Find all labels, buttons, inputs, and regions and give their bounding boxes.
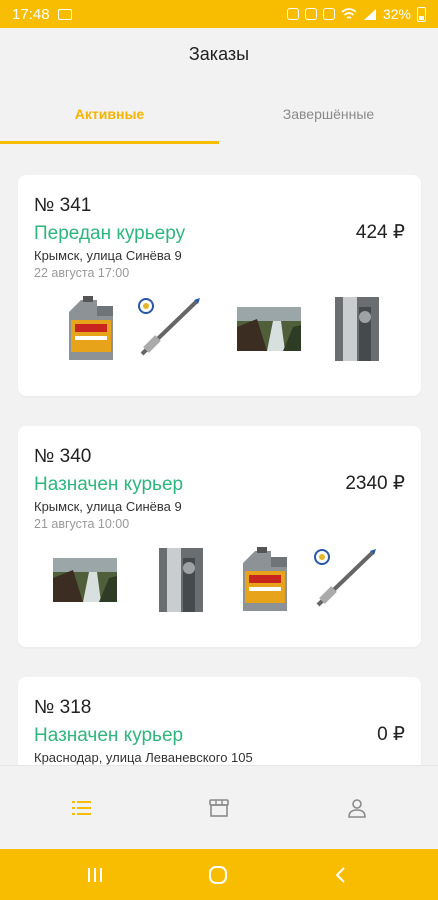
order-address: Краснодар, улица Леваневского 105: [34, 750, 253, 765]
mute-icon: [304, 8, 317, 20]
page-title: Заказы: [188, 44, 250, 64]
system-navigation-bar: [0, 849, 438, 900]
wifi-icon: [341, 7, 357, 19]
alarm-icon: [286, 8, 299, 20]
waterfall-photo-thumbnail: [50, 545, 120, 615]
tab-active-indicator: [0, 141, 219, 144]
order-status: Передан курьеру: [34, 223, 186, 244]
portrait-photo-thumbnail: [146, 545, 216, 615]
home-icon[interactable]: [206, 863, 230, 887]
bottom-navigation: [0, 765, 438, 849]
order-card[interactable]: № 318 Назначен курьер 0 ₽ Краснодар, ули…: [18, 677, 421, 765]
status-time: 17:48: [12, 5, 50, 23]
order-number: № 341: [34, 195, 92, 216]
order-items: [34, 545, 405, 625]
order-list[interactable]: № 341 Передан курьеру 424 ₽ Крымск, улиц…: [0, 160, 438, 765]
tab-active-label: Активные: [74, 106, 145, 122]
status-bar: 17:48 32%: [0, 0, 438, 28]
tab-active[interactable]: Активные: [0, 96, 219, 146]
motor-oil-can-thumbnail: [56, 294, 126, 364]
signal-icon: [363, 8, 376, 20]
order-tabs: Активные Завершённые: [0, 96, 438, 146]
order-number: № 318: [34, 697, 92, 718]
nfc-icon: [322, 8, 335, 20]
order-price: 0 ₽: [377, 724, 405, 745]
portrait-photo-thumbnail: [322, 294, 392, 364]
order-date: 21 августа 10:00: [34, 517, 130, 531]
order-status: Назначен курьер: [34, 725, 184, 746]
order-items: [34, 294, 405, 374]
profile-icon[interactable]: [345, 796, 369, 820]
pen-thumbnail: [136, 294, 206, 364]
recents-icon[interactable]: [83, 863, 107, 887]
order-date: 22 августа 17:00: [34, 266, 130, 280]
order-card[interactable]: № 340 Назначен курьер 2340 ₽ Крымск, ули…: [18, 426, 421, 647]
status-icons: 32%: [286, 6, 426, 22]
tab-completed-label: Завершённые: [282, 106, 375, 122]
order-address: Крымск, улица Синёва 9: [34, 499, 182, 514]
back-icon[interactable]: [329, 863, 353, 887]
battery-text: 32%: [382, 6, 411, 22]
motor-oil-can-thumbnail: [230, 545, 300, 615]
list-icon[interactable]: [70, 796, 94, 820]
image-icon: [57, 8, 72, 20]
order-card[interactable]: № 341 Передан курьеру 424 ₽ Крымск, улиц…: [18, 175, 421, 396]
battery-icon: [417, 6, 426, 22]
order-address: Крымск, улица Синёва 9: [34, 248, 182, 263]
pen-thumbnail: [312, 545, 382, 615]
store-icon[interactable]: [207, 796, 231, 820]
order-price: 2340 ₽: [345, 473, 405, 494]
waterfall-photo-thumbnail: [234, 294, 304, 364]
order-price: 424 ₽: [355, 222, 405, 243]
tab-completed[interactable]: Завершённые: [219, 96, 438, 146]
order-number: № 340: [34, 446, 92, 467]
